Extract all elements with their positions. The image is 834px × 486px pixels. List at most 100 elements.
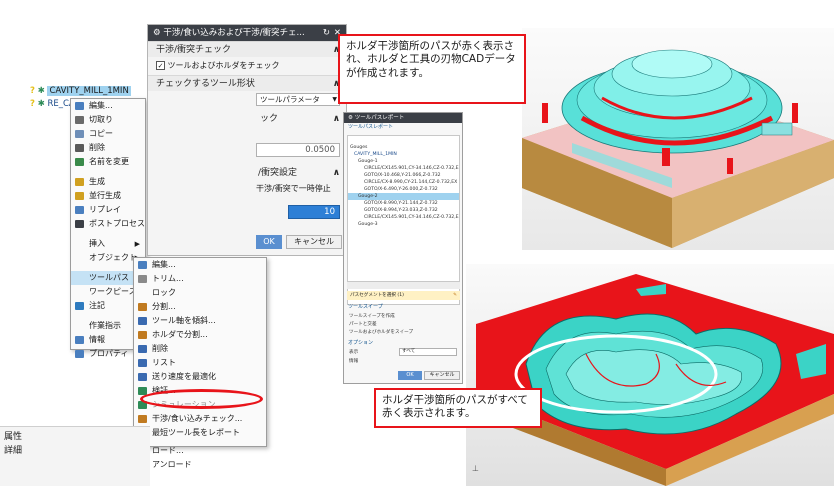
gouge-line[interactable]: GOTO/X-10.468,Y-21.066,Z-0.732 xyxy=(348,172,459,179)
section-tool-shape[interactable]: チェックするツール形状 ∧ xyxy=(148,75,346,91)
gouge-line[interactable]: GOTO/X-6.490,Y-26.000,Z-0.732 xyxy=(348,186,459,193)
toolpath-3d-view: ⊥ xyxy=(466,264,834,486)
chevron-up-icon: ∧ xyxy=(332,168,340,178)
pass-check-icon: ? xyxy=(30,86,35,96)
menu-item-insert[interactable]: 挿入 ▶ xyxy=(71,237,145,251)
attribute-panel: 属性 詳細 xyxy=(0,426,150,486)
submenu-item-list[interactable]: リスト xyxy=(134,356,266,370)
sweep-create-row[interactable]: ツールスイープを作成 xyxy=(344,313,462,320)
part-model-bottom xyxy=(476,274,834,486)
callout-top: ホルダ干渉箇所のパスが赤く表示され、ホルダと工具の刃物CADデータが作成されます… xyxy=(338,34,526,104)
submenu-item-lock[interactable]: ロック xyxy=(134,286,266,300)
toolpath-submenu: 編集... トリム... ロック 分割... ツール軸を傾斜... ホルダで分割… xyxy=(133,257,267,469)
display-dropdown[interactable]: すべて xyxy=(399,348,457,356)
op-node[interactable]: CAVITY_MILL_1MIN xyxy=(348,151,459,158)
cancel-button[interactable]: キャンセル xyxy=(286,235,342,249)
info-icon xyxy=(75,336,84,344)
properties-icon xyxy=(75,350,84,358)
gouge-line[interactable]: CIRCLE/CX145.901,CY-34.146,CZ-0.732,EX xyxy=(348,214,459,221)
callout-bottom: ホルダ干渉箇所のパスがすべて赤く表示されます。 xyxy=(374,388,542,428)
edit-icon xyxy=(75,102,84,110)
postprocess-icon xyxy=(75,220,84,228)
menu-item-postprocess[interactable]: ポストプロセス xyxy=(71,217,145,231)
split-icon xyxy=(138,303,147,311)
report-cancel-button[interactable]: キャンセル xyxy=(424,371,460,380)
submenu-item-unload[interactable]: アンロード xyxy=(134,458,266,472)
pencil-icon[interactable]: ✎ xyxy=(453,291,457,300)
submenu-item-split[interactable]: 分割... xyxy=(134,300,266,314)
reset-icon[interactable]: ↻ xyxy=(323,25,330,41)
submenu-item-edit[interactable]: 編集... xyxy=(134,258,266,272)
submenu-item-trim[interactable]: トリム... xyxy=(134,272,266,286)
tree-item-label: CAVITY_MILL_1MIN xyxy=(47,86,131,96)
options-section-header[interactable]: オプション xyxy=(344,339,462,348)
gouges-root[interactable]: Gouges xyxy=(348,144,459,151)
report-ok-button[interactable]: OK xyxy=(398,371,422,380)
annotation-icon xyxy=(75,302,84,310)
gouge-check-dialog: ⚙ 干渉/食い込みおよび干渉/衝突チェ... ↻ ✕ 干渉/衝突チェック ∧ ✓ … xyxy=(147,24,347,256)
submenu-item-delete[interactable]: 削除 xyxy=(134,342,266,356)
tool-shape-dropdown[interactable]: ツールパラメータ ▼ xyxy=(256,93,340,106)
submenu-item-split-by-holder[interactable]: ホルダで分割... xyxy=(134,328,266,342)
chevron-down-icon: ▼ xyxy=(332,96,337,103)
copy-icon xyxy=(75,130,84,138)
replay-icon xyxy=(75,206,84,214)
stop-on-gouge-row[interactable]: 干渉/衝突で一時停止 xyxy=(256,183,331,194)
sweep-holder-checkbox-row[interactable]: ツールおよびホルダをスイープ xyxy=(344,329,462,336)
section-check-params[interactable]: ック ∧ xyxy=(148,111,346,127)
check-tool-holder-checkbox[interactable]: ✓ xyxy=(156,61,165,70)
section-gouge-check[interactable]: 干渉/衝突チェック ∧ xyxy=(148,41,346,57)
ok-button[interactable]: OK xyxy=(256,235,282,249)
gouge-line[interactable]: GOTO/X-8.994,Y-23.033,Z-0.732 xyxy=(348,207,459,214)
trim-icon xyxy=(138,275,147,283)
generate-icon xyxy=(75,178,84,186)
submenu-item-gouge-check[interactable]: 干渉/食い込みチェック... xyxy=(134,412,266,426)
count-input[interactable]: 10 xyxy=(288,205,340,219)
axis-triad-icon: ⊥ xyxy=(472,464,479,473)
submenu-item-load[interactable]: ロード... xyxy=(134,444,266,458)
part-intersect-row[interactable]: パートと交差 xyxy=(344,321,462,328)
holder-split-icon xyxy=(138,331,147,339)
operation-icon: ✱ xyxy=(37,86,45,96)
info-label: 情報 xyxy=(349,359,359,364)
report-title-bar: ⚙ ツールパスレポート xyxy=(344,113,462,123)
sweep-section-header[interactable]: ツールスイープ xyxy=(344,303,462,312)
chevron-up-icon: ∧ xyxy=(332,114,340,124)
gouge-line[interactable]: GOTO/X-8.990,Y-21.144,Z-0.732 xyxy=(348,200,459,207)
pass-check-icon: ? xyxy=(30,99,35,109)
menu-item-copy[interactable]: コピー xyxy=(71,127,145,141)
report-section-header[interactable]: ツールパスレポート xyxy=(344,123,462,132)
gear-icon: ⚙ xyxy=(348,115,353,121)
tree-item-re-ca[interactable]: ? ✱ RE_CA xyxy=(30,98,75,110)
gouge-line[interactable]: CIRCLE/CX145.901,CY-34.146,CZ-0.732,EX xyxy=(348,165,459,172)
menu-item-replay[interactable]: リプレイ xyxy=(71,203,145,217)
submenu-item-tilt-axis[interactable]: ツール軸を傾斜... xyxy=(134,314,266,328)
segment-select-row[interactable]: パスセグメントを選択 (1) ✎ xyxy=(347,291,460,300)
gouge-2-node[interactable]: Gouge-2 xyxy=(348,193,459,200)
gouge-tree: Gouges CAVITY_MILL_1MIN Gouge-1 CIRCLE/C… xyxy=(347,135,460,305)
gouge-1-node[interactable]: Gouge-1 xyxy=(348,158,459,165)
menu-item-rename[interactable]: 名前を変更 xyxy=(71,155,145,169)
menu-item-edit[interactable]: 編集... xyxy=(71,99,145,113)
submenu-item-optimize-feed[interactable]: 送り速度を最適化 xyxy=(134,370,266,384)
cut-icon xyxy=(75,116,84,124)
attribute-row[interactable]: 属性 xyxy=(4,429,22,442)
menu-item-cut[interactable]: 切取り xyxy=(71,113,145,127)
tilt-axis-icon xyxy=(138,317,147,325)
gouge-line[interactable]: CIRCLE/CX-8.990,CY-21.144,CZ-0.732,EX xyxy=(348,179,459,186)
tree-scrollbar[interactable] xyxy=(347,281,460,289)
tolerance-input[interactable]: 0.0500 xyxy=(256,143,340,157)
submenu-item-report-shortest[interactable]: 最短ツール長をレポート xyxy=(134,426,266,440)
feed-optimize-icon xyxy=(138,373,147,381)
tree-item-cavity-mill[interactable]: ? ✱ CAVITY_MILL_1MIN xyxy=(30,85,131,97)
delete-icon xyxy=(138,345,147,353)
highlight-oval xyxy=(140,389,263,409)
menu-item-delete[interactable]: 削除 xyxy=(71,141,145,155)
menu-item-parallel-generate[interactable]: 並行生成 xyxy=(71,189,145,203)
menu-item-generate[interactable]: 生成 xyxy=(71,175,145,189)
section-collision-settings[interactable]: /衝突設定 ∧ xyxy=(148,165,346,181)
detail-row[interactable]: 詳細 xyxy=(4,443,22,456)
holder-gouge-3d-view xyxy=(522,28,834,250)
gouge-3-node[interactable]: Gouge-3 xyxy=(348,221,459,228)
operation-icon: ✱ xyxy=(37,99,45,109)
